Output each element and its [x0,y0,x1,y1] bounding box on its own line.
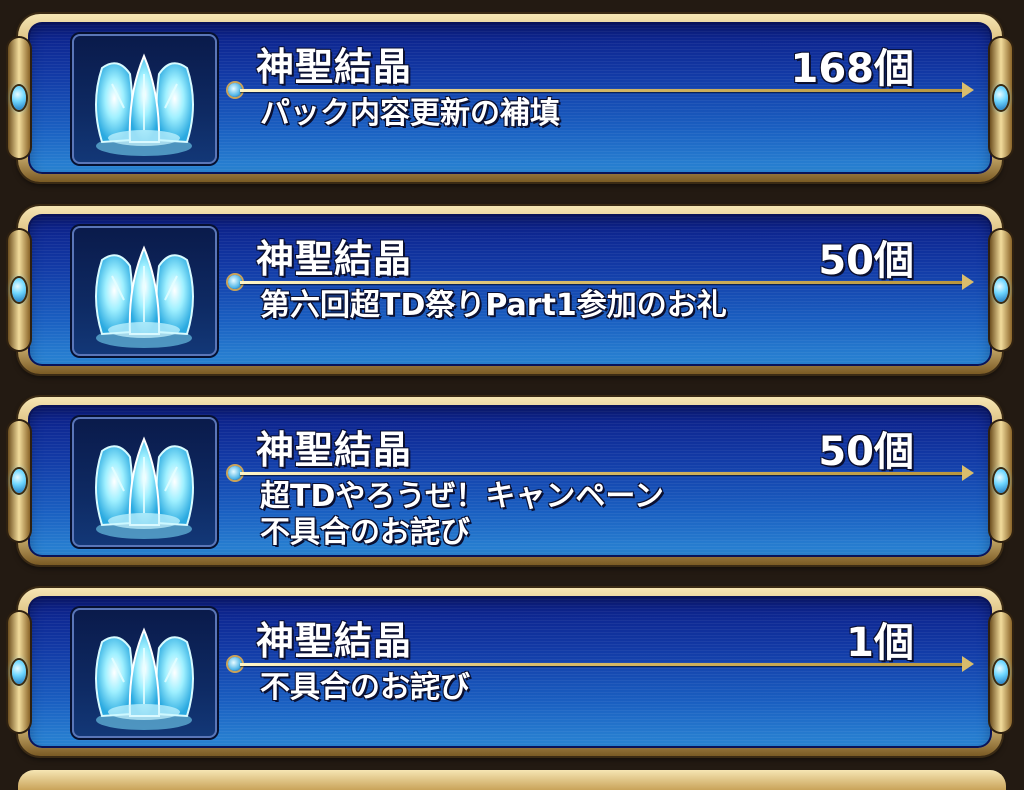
reward-card[interactable]: 神聖結晶 1個 不具合のお詫び [8,584,1012,760]
divine-crystal-icon [95,245,194,348]
gem-icon [12,278,26,302]
item-quantity: 50個 [818,238,914,284]
description-line: 第六回超TD祭りPart1参加のお礼 [260,288,727,323]
gem-icon [12,469,26,493]
reward-card[interactable]: 神聖結晶 50個 第六回超TD祭りPart1参加のお礼 [8,202,1012,378]
divine-crystal-icon [95,53,194,156]
reward-card[interactable]: 神聖結晶 50個 超TDやろうぜ！キャンペーン 不具合のお詫び [8,393,1012,569]
divider-arrow-icon [962,274,974,290]
gem-icon [12,660,26,684]
description-line: パック内容更新の補填 [260,96,560,131]
item-name: 神聖結晶 [256,237,413,281]
reward-description: 第六回超TD祭りPart1参加のお礼 [260,288,920,324]
next-card-edge [18,770,1006,790]
reward-list: 神聖結晶 168個 パック内容更新の補填 神聖結晶 50個 第六回超TD祭りPa… [0,0,1024,778]
divider-arrow-icon [962,465,974,481]
gem-icon [994,86,1008,110]
item-name: 神聖結晶 [256,428,413,472]
item-quantity: 168個 [790,46,915,92]
item-icon-box [72,226,217,356]
description-line: 超TDやろうぜ！キャンペーン [260,479,664,514]
gem-icon [994,469,1008,493]
item-icon-box [72,34,217,164]
description-line: 不具合のお詫び [260,670,470,705]
reward-description: パック内容更新の補填 [260,96,920,132]
reward-description: 不具合のお詫び [260,670,920,706]
divine-crystal-icon [95,627,194,730]
item-icon-box [72,608,217,738]
item-name: 神聖結晶 [256,45,413,89]
divine-crystal-icon [95,436,194,539]
gem-icon [994,278,1008,302]
item-quantity: 50個 [818,429,914,475]
item-icon-box [72,417,217,547]
item-quantity: 1個 [846,620,914,666]
reward-description: 超TDやろうぜ！キャンペーン 不具合のお詫び [260,479,920,551]
divider-arrow-icon [962,656,974,672]
divider-arrow-icon [962,82,974,98]
item-name: 神聖結晶 [256,619,413,663]
reward-card[interactable]: 神聖結晶 168個 パック内容更新の補填 [8,10,1012,186]
gem-icon [12,86,26,110]
gem-icon [994,660,1008,684]
description-line: 不具合のお詫び [260,515,470,550]
